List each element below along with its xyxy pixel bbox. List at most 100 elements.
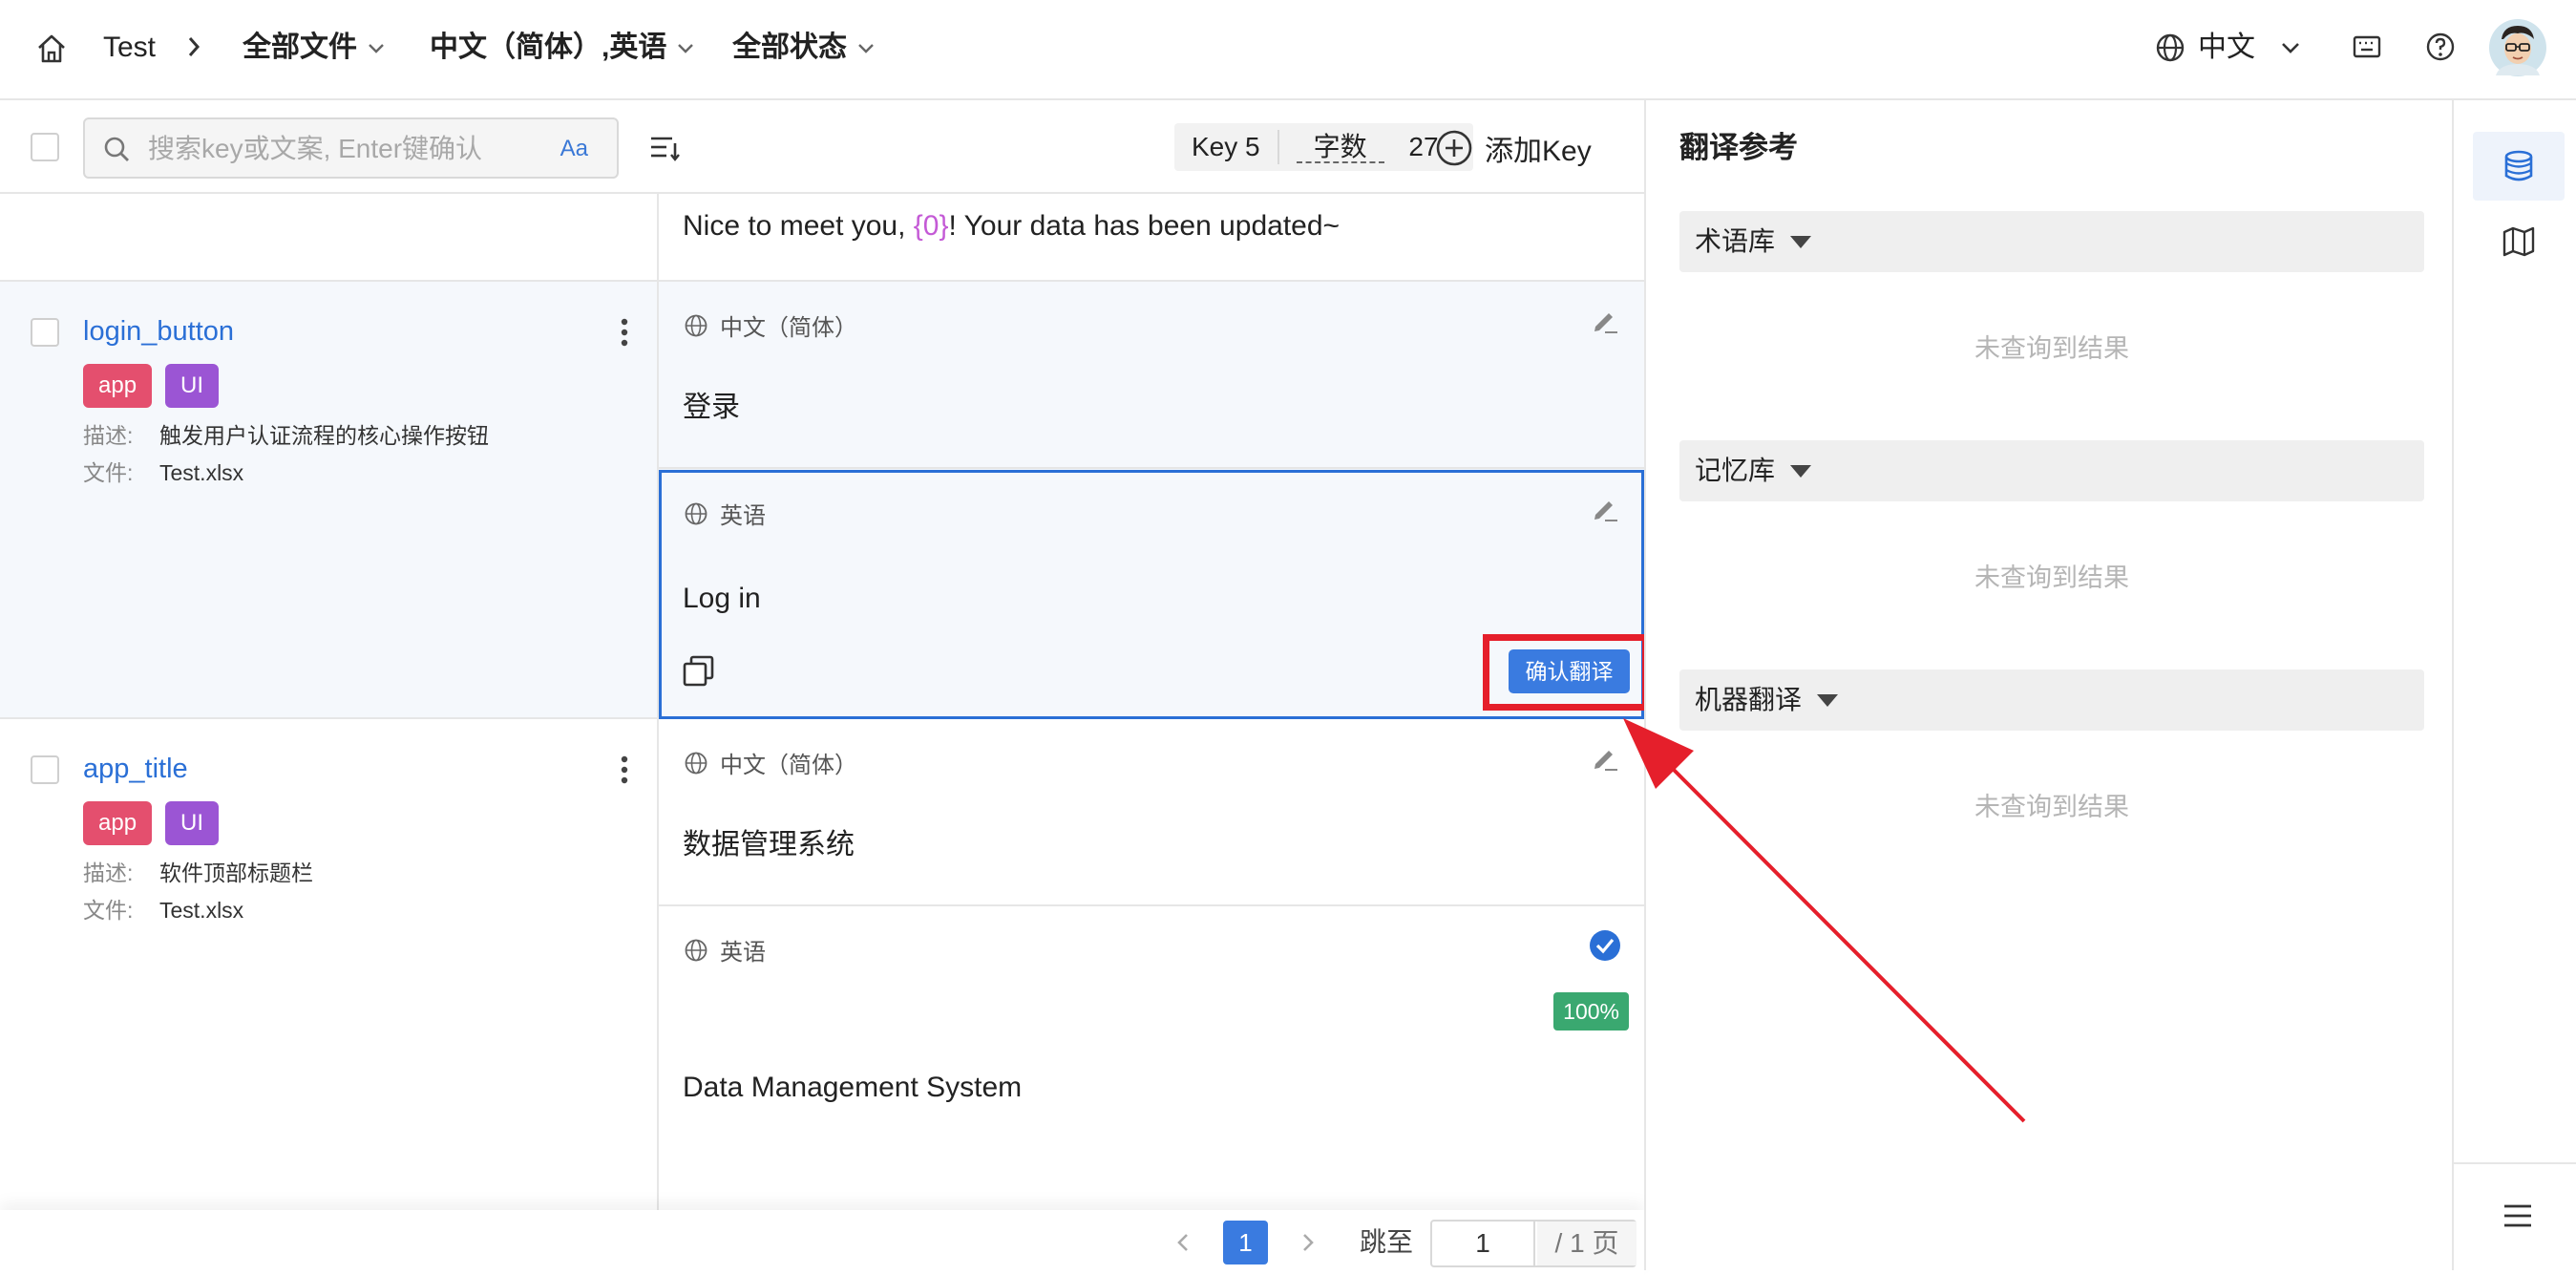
translation-cell[interactable]: 中文（简体） 登录 — [659, 282, 1644, 469]
verified-check-icon[interactable] — [1589, 929, 1621, 962]
key-file: 文件: Test.xlsx — [83, 896, 243, 924]
right-icon-rail — [2452, 100, 2576, 1270]
file-label: 文件: — [83, 460, 134, 485]
caret-down-icon — [1817, 693, 1839, 707]
section-label: 机器翻译 — [1695, 685, 1803, 714]
project-name[interactable]: Test — [103, 29, 156, 67]
key-list-pane: 搜索key或文案, Enter键确认 Aa Key 5 字数 27 添加Key … — [0, 100, 1649, 1275]
globe-icon — [2156, 33, 2185, 62]
machine-translation-section-header[interactable]: 机器翻译 — [1679, 669, 2424, 731]
reference-panel-title: 翻译参考 — [1679, 131, 1798, 164]
row-checkbox[interactable] — [31, 318, 59, 347]
tag-ui[interactable]: UI — [165, 364, 219, 408]
description-label: 描述: — [83, 861, 134, 885]
globe-icon — [685, 314, 707, 336]
page-1-button[interactable]: 1 — [1223, 1221, 1268, 1264]
chevron-down-icon — [2282, 43, 2299, 53]
jump-box: 1 / 1 页 — [1430, 1220, 1636, 1267]
tag-app[interactable]: app — [83, 364, 153, 408]
translation-text[interactable]: Data Management System — [683, 1069, 1022, 1107]
key-list-toolbar: 搜索key或文案, Enter键确认 Aa Key 5 字数 27 添加Key — [0, 100, 1644, 194]
prev-page-icon[interactable] — [1171, 1229, 1197, 1256]
edit-pencil-icon[interactable] — [1589, 493, 1621, 525]
match-case-toggle[interactable]: Aa — [560, 134, 588, 164]
status-filter-dropdown[interactable]: 全部状态 — [732, 29, 876, 67]
map-icon[interactable] — [2502, 224, 2536, 259]
language-filter-label: 中文（简体）,英语 — [430, 32, 667, 63]
empty-result-text: 未查询到结果 — [1974, 793, 2129, 821]
translation-text-editor[interactable]: Log in — [683, 580, 761, 618]
sort-icon[interactable] — [648, 131, 681, 163]
edit-pencil-icon[interactable] — [1589, 305, 1621, 337]
language-filter-dropdown[interactable]: 中文（简体）,英语 — [430, 29, 695, 67]
translation-cell-active[interactable]: 英语 Log in 确认翻译 — [659, 470, 1649, 719]
more-vertical-icon[interactable] — [621, 318, 628, 347]
menu-icon[interactable] — [2502, 1201, 2534, 1230]
tag-ui[interactable]: UI — [165, 801, 219, 845]
top-bar: Test 全部文件 中文（简体）,英语 全部状态 中文 — [0, 0, 2576, 100]
help-icon[interactable] — [2424, 31, 2457, 63]
translation-cell[interactable]: 英语 100% Data Management System — [659, 906, 1644, 1231]
section-label: 术语库 — [1695, 226, 1776, 256]
translation-reference-panel: 翻译参考 术语库 未查询到结果 记忆库 未查询到结果 机器翻译 未查询到结果 — [1644, 100, 2452, 1270]
empty-result-text: 未查询到结果 — [1974, 563, 2129, 592]
edit-pencil-icon[interactable] — [1589, 742, 1621, 775]
add-key-button[interactable]: 添加Key — [1435, 125, 1592, 171]
chevron-down-icon — [678, 44, 694, 53]
description-label: 描述: — [83, 423, 134, 448]
home-icon[interactable] — [34, 32, 69, 66]
globe-icon — [685, 939, 707, 961]
translation-cell[interactable]: 中文（简体） 数据管理系统 — [659, 719, 1644, 906]
key-column: app_title app UI 描述: 软件顶部标题栏 文件: Test.xlsx — [0, 719, 659, 1229]
key-column — [0, 194, 659, 280]
language-name: 中文（简体） — [720, 315, 857, 341]
pagination-bar: 1 跳至 1 / 1 页 — [0, 1210, 1644, 1275]
database-tab[interactable] — [2473, 132, 2565, 201]
plus-circle-icon — [1436, 130, 1472, 166]
key-name[interactable]: login_button — [83, 314, 234, 349]
key-name[interactable]: app_title — [83, 752, 188, 786]
caret-down-icon — [1790, 464, 1812, 478]
placeholder-token: {0} — [913, 210, 949, 242]
translation-text[interactable]: 数据管理系统 — [683, 826, 855, 864]
file-value: Test.xlsx — [159, 460, 244, 485]
description-value: 软件顶部标题栏 — [159, 861, 313, 885]
memory-section-header[interactable]: 记忆库 — [1679, 440, 2424, 501]
add-key-label: 添加Key — [1485, 136, 1592, 167]
char-count-label: 字数 — [1296, 132, 1384, 163]
table-row: Nice to meet you, {0}! Your data has bee… — [0, 194, 1644, 282]
keyboard-icon[interactable] — [2351, 31, 2383, 63]
globe-icon — [685, 752, 707, 774]
ui-language-switch[interactable]: 中文 — [2154, 29, 2301, 67]
copy-icon[interactable] — [682, 654, 716, 689]
files-filter-dropdown[interactable]: 全部文件 — [243, 29, 386, 67]
caret-down-icon — [1790, 235, 1812, 248]
rail-divider — [2454, 1162, 2576, 1164]
translation-text-part: Nice to meet you, — [683, 210, 914, 242]
status-filter-label: 全部状态 — [732, 32, 847, 63]
translation-text[interactable]: Nice to meet you, {0}! Your data has bee… — [683, 207, 1340, 245]
select-all-checkbox[interactable] — [31, 133, 59, 161]
jump-page-input[interactable]: 1 — [1432, 1222, 1535, 1265]
ui-language-label: 中文 — [2198, 32, 2255, 63]
confirm-translation-button[interactable]: 确认翻译 — [1509, 649, 1630, 693]
key-stats: Key 5 字数 27 — [1174, 123, 1473, 171]
jump-label: 跳至 — [1360, 1227, 1414, 1257]
row-checkbox[interactable] — [31, 755, 59, 784]
next-page-icon[interactable] — [1294, 1229, 1320, 1256]
more-vertical-icon[interactable] — [621, 755, 628, 784]
translation-text[interactable]: 登录 — [683, 389, 740, 427]
tag-app[interactable]: app — [83, 801, 153, 845]
search-icon — [104, 137, 129, 161]
database-icon — [2504, 150, 2533, 181]
total-pages: / 1 页 — [1537, 1222, 1636, 1265]
search-box: 搜索key或文案, Enter键确认 Aa — [83, 117, 619, 179]
chevron-down-icon — [369, 44, 384, 53]
search-input[interactable]: 搜索key或文案, Enter键确认 — [148, 132, 482, 166]
termbase-section-header[interactable]: 术语库 — [1679, 211, 2424, 272]
avatar[interactable] — [2488, 18, 2547, 77]
language-label: 中文（简体） — [684, 746, 857, 779]
key-description: 描述: 软件顶部标题栏 — [83, 859, 313, 887]
language-name: 英语 — [720, 503, 766, 529]
empty-result-text: 未查询到结果 — [1974, 334, 2129, 363]
